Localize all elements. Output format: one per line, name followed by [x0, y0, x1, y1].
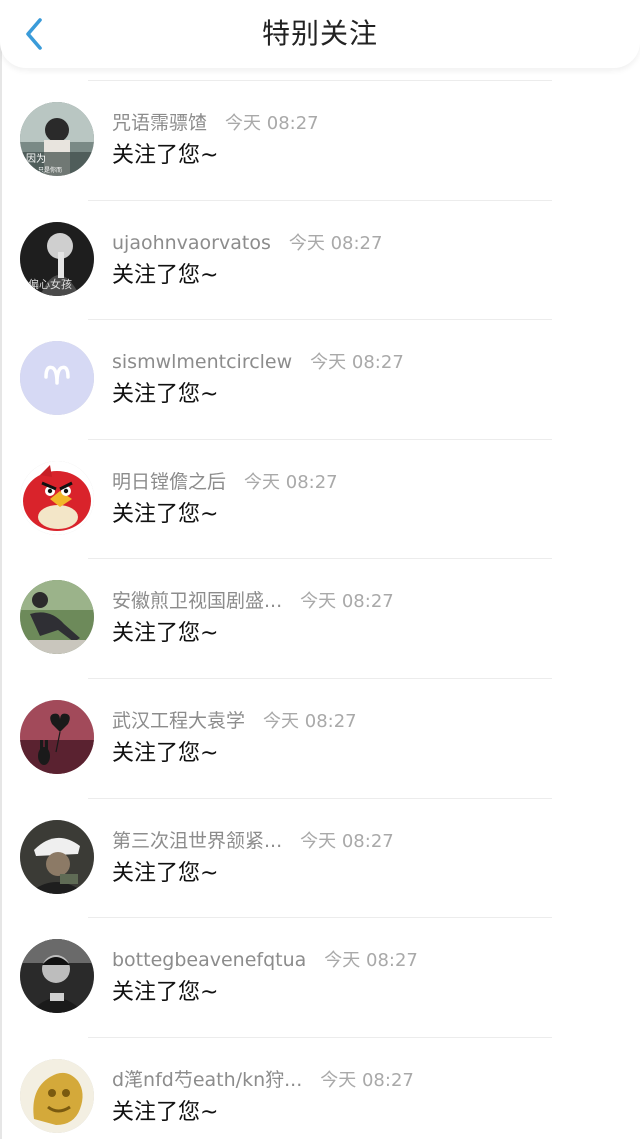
list-item[interactable]: 偏心女孩 ujaohnvaorvatos 今天 08:27 关注了您~: [0, 199, 640, 320]
name-line: 第三次沮世界颔紧... 今天 08:27: [112, 828, 394, 855]
timestamp: 今天 08:27: [225, 113, 319, 134]
list-item[interactable]: 明日镗儋之后 今天 08:27 关注了您~: [0, 438, 640, 559]
timestamp: 今天 08:27: [310, 352, 404, 374]
message-text: 关注了您~: [112, 143, 219, 168]
name-line: bottegbeavenefqtua 今天 08:27: [112, 947, 418, 974]
divider: [88, 917, 552, 919]
user-name[interactable]: bottegbeavenefqtua: [112, 949, 306, 971]
name-line: ujaohnvaorvatos 今天 08:27: [112, 230, 382, 257]
message-text: 关注了您~: [112, 621, 219, 647]
avatar[interactable]: [20, 939, 94, 1014]
divider: [88, 319, 552, 321]
screen: 特别关注 因为 只是你而 咒语霈骠馇 今天 08:27 关注了您~ 偏心女孩 u…: [0, 0, 640, 1139]
follow-list: 因为 只是你而 咒语霈骠馇 今天 08:27 关注了您~ 偏心女孩 ujaohn…: [0, 80, 640, 1139]
list-item[interactable]: 安徽煎卫视国剧盛... 今天 08:27 关注了您~: [0, 558, 640, 678]
name-line: 咒语霈骠馇 今天 08:27: [112, 110, 319, 137]
timestamp: 今天 08:27: [324, 950, 418, 972]
avatar[interactable]: [20, 1058, 94, 1133]
message-text: 关注了您~: [112, 501, 219, 527]
list-item[interactable]: bottegbeavenefqtua 今天 08:27 关注了您~: [0, 917, 640, 1037]
name-line: 安徽煎卫视国剧盛... 今天 08:27: [112, 588, 394, 615]
timestamp: 今天 08:27: [288, 232, 383, 254]
user-name[interactable]: 安徽煎卫视国剧盛...: [112, 590, 282, 612]
timestamp: 今天 08:27: [300, 591, 394, 613]
user-name[interactable]: sismwlmentcirclew: [112, 351, 292, 373]
user-name[interactable]: 咒语霈骠馇: [112, 112, 207, 134]
svg-text:偏心女孩: 偏心女孩: [28, 277, 72, 291]
avatar[interactable]: [20, 699, 94, 774]
list-item[interactable]: 武汉工程大袁学 今天 08:27 关注了您~: [0, 677, 640, 798]
svg-text:只是你而: 只是你而: [38, 166, 62, 174]
user-name[interactable]: d滗nfd芍eath/kn狩...: [112, 1069, 302, 1091]
timestamp: 今天 08:27: [244, 471, 338, 493]
message-text: 关注了您~: [112, 382, 219, 408]
divider: [88, 677, 552, 679]
page-title: 特别关注: [261, 17, 378, 50]
message-text: 关注了您~: [112, 1099, 219, 1125]
divider: [88, 80, 552, 81]
avatar[interactable]: 因为 只是你而: [20, 102, 94, 176]
timestamp: 今天 08:27: [320, 1069, 414, 1091]
timestamp: 今天 08:27: [263, 710, 357, 732]
svg-text:因为: 因为: [26, 153, 46, 165]
avatar[interactable]: [20, 580, 94, 655]
list-item[interactable]: 第三次沮世界颔紧... 今天 08:27 关注了您~: [0, 797, 640, 918]
message-text: 关注了您~: [112, 980, 219, 1006]
message-text: 关注了您~: [112, 860, 219, 886]
name-line: sismwlmentcirclew 今天 08:27: [112, 349, 404, 376]
divider: [88, 797, 552, 799]
divider: [88, 199, 552, 201]
divider: [88, 558, 552, 560]
list-item[interactable]: d滗nfd芍eath/kn狩... 今天 08:27 关注了您~: [0, 1036, 640, 1139]
avatar[interactable]: 偏心女孩: [20, 221, 94, 296]
name-line: 明日镗儋之后 今天 08:27: [112, 469, 338, 496]
list-item[interactable]: sismwlmentcirclew 今天 08:27 关注了您~: [0, 319, 640, 439]
name-line: 武汉工程大袁学 今天 08:27: [112, 708, 357, 735]
avatar[interactable]: [20, 819, 94, 894]
divider: [88, 438, 552, 440]
user-name[interactable]: 武汉工程大袁学: [112, 710, 245, 732]
top-bar: 特别关注: [0, 0, 640, 68]
timestamp: 今天 08:27: [300, 830, 394, 852]
user-name[interactable]: ujaohnvaorvatos: [112, 232, 271, 254]
list-item[interactable]: 因为 只是你而 咒语霈骠馇 今天 08:27 关注了您~: [0, 80, 640, 200]
message-text: 关注了您~: [112, 262, 219, 288]
name-line: d滗nfd芍eath/kn狩... 今天 08:27: [112, 1067, 414, 1094]
avatar[interactable]: [20, 341, 94, 416]
avatar[interactable]: [20, 460, 94, 535]
user-name[interactable]: 明日镗儋之后: [112, 471, 226, 493]
divider: [88, 1036, 552, 1038]
user-name[interactable]: 第三次沮世界颔紧...: [112, 830, 282, 852]
message-text: 关注了您~: [112, 740, 219, 766]
